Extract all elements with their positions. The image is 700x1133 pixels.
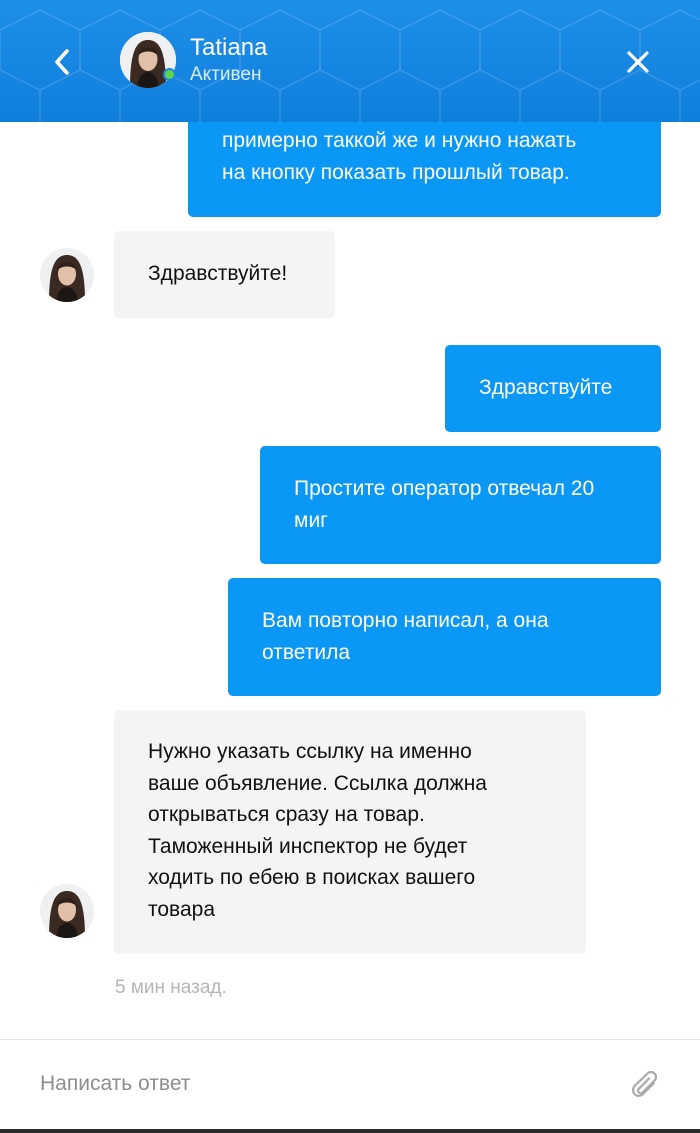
contact-avatar-small xyxy=(40,248,94,302)
message-line: ходить по ебею в поисках вашего xyxy=(148,866,476,889)
message-outgoing: Вам повторно написал, а она ответила xyxy=(228,578,661,696)
message-line: Здравствуйте! xyxy=(148,262,288,285)
message-line: Вам повторно написал, а она xyxy=(262,609,549,632)
message-outgoing: Простите оператор отвечал 20 миг xyxy=(260,446,661,564)
message-line: примерно таккой же и нужно нажать xyxy=(222,129,577,152)
message-line: миг xyxy=(294,508,328,532)
message-outgoing: Здравствуйте xyxy=(445,345,661,432)
contact-avatar[interactable] xyxy=(120,32,176,88)
message-line: ответила xyxy=(262,640,351,664)
message-outgoing: примерно таккой же и нужно нажать на кно… xyxy=(188,110,661,217)
message-line: Здравствуйте xyxy=(479,376,613,399)
attach-button[interactable] xyxy=(630,1070,662,1104)
message-line: открываться сразу на товар. xyxy=(148,803,425,826)
message-line: товара xyxy=(148,897,216,921)
close-button[interactable] xyxy=(616,40,660,84)
message-timestamp: 5 мин назад. xyxy=(115,977,227,998)
message-line: на кнопку показать прошлый товар. xyxy=(222,160,570,184)
message-line: Простите оператор отвечал 20 xyxy=(294,477,595,500)
back-button[interactable] xyxy=(40,40,84,84)
chat-header: Tatiana Активен xyxy=(0,0,700,122)
message-line: Таможенный инспектор не будет xyxy=(148,834,468,858)
bottom-edge xyxy=(0,1129,700,1133)
chevron-left-icon xyxy=(55,49,69,75)
contact-name: Tatiana xyxy=(190,34,268,61)
message-line: Нужно указать ссылку на именно xyxy=(148,740,472,763)
header-pattern xyxy=(0,9,700,122)
reply-input[interactable] xyxy=(40,1064,600,1104)
message-incoming: Нужно указать ссылку на именно ваше объя… xyxy=(114,710,586,954)
reply-composer xyxy=(0,1039,700,1133)
paperclip-icon xyxy=(631,1070,658,1097)
close-icon xyxy=(627,51,649,73)
online-status-dot xyxy=(163,68,176,81)
contact-status: Активен xyxy=(190,64,262,85)
message-line: ваше объявление. Ссылка должна xyxy=(148,771,487,795)
contact-avatar-small xyxy=(40,884,94,938)
message-incoming: Здравствуйте! xyxy=(114,231,335,318)
